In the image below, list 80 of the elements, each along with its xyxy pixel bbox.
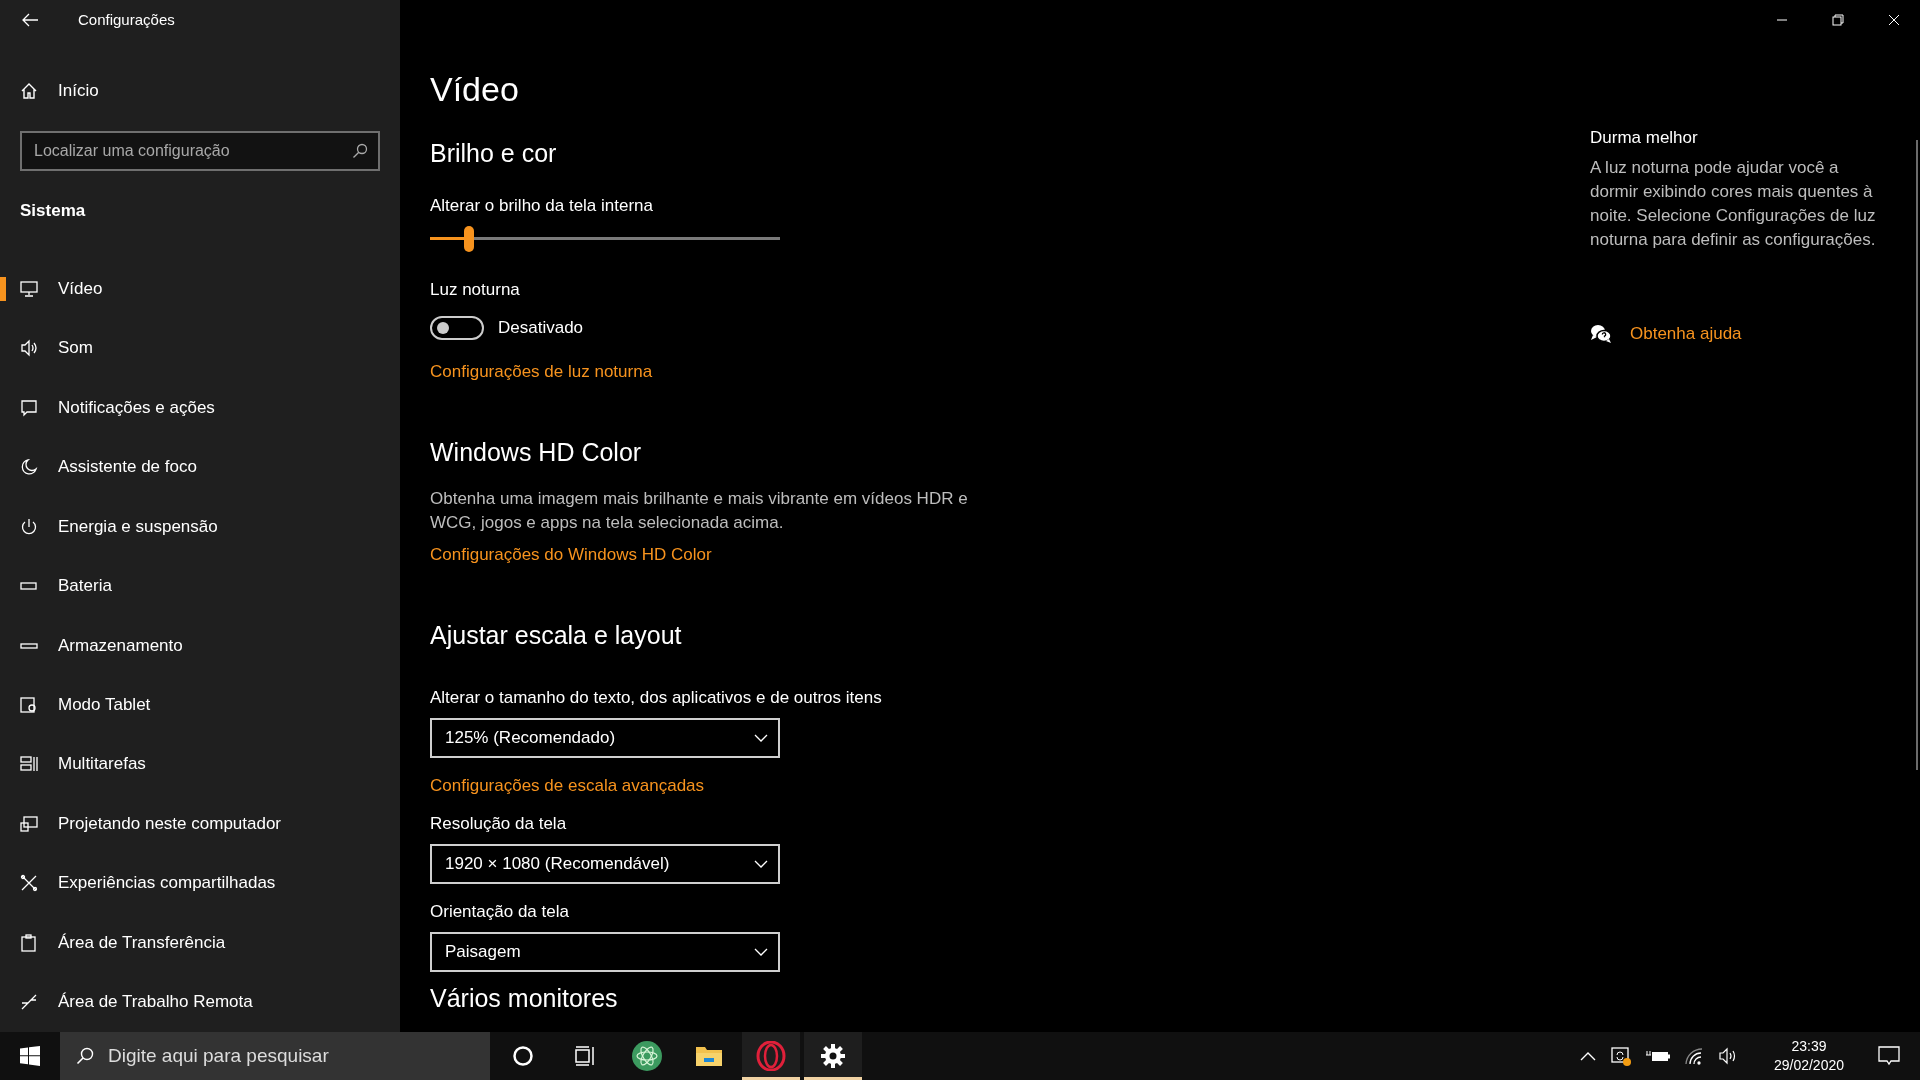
- nav-item[interactable]: Armazenamento: [0, 615, 400, 676]
- section-heading: Ajustar escala e layout: [430, 621, 682, 650]
- search-icon: [76, 1047, 94, 1065]
- taskbar-app-button[interactable]: [804, 1032, 862, 1080]
- dropdown-label: Orientação da tela: [430, 902, 569, 922]
- nav-item[interactable]: Área de Transferência: [0, 913, 400, 973]
- taskbar-app-button[interactable]: [742, 1032, 800, 1080]
- opera-o-icon: [756, 1041, 786, 1071]
- section-heading: Windows HD Color: [430, 438, 642, 467]
- clock-time[interactable]: 23:39: [1791, 1037, 1827, 1056]
- nav-item[interactable]: Vídeo: [0, 259, 400, 319]
- close-icon[interactable]: [1888, 14, 1900, 26]
- help-link[interactable]: Obtenha ajuda: [1630, 324, 1742, 344]
- toggle-label: Luz noturna: [430, 280, 520, 300]
- clock-date[interactable]: 29/02/2020: [1773, 1056, 1844, 1075]
- hd-color-link[interactable]: Configurações do Windows HD Color: [430, 545, 712, 565]
- power-icon: [20, 517, 38, 536]
- slider-label: Alterar o brilho da tela interna: [430, 196, 654, 216]
- slider-thumb[interactable]: [463, 226, 474, 252]
- nav-item[interactable]: Bateria: [0, 556, 400, 616]
- restore-icon[interactable]: [1832, 14, 1844, 26]
- folder-icon: [695, 1044, 723, 1068]
- drive-icon: [20, 642, 38, 649]
- clipboard-icon: [20, 933, 38, 952]
- message-icon: [20, 398, 38, 417]
- search-field[interactable]: Localizar uma configuração: [20, 131, 380, 172]
- section-heading: Brilho e cor: [430, 139, 557, 168]
- night-light-link[interactable]: Configurações de luz noturna: [430, 362, 653, 382]
- moon-icon: [20, 458, 38, 477]
- speaker-icon: [20, 339, 38, 358]
- search-icon: [352, 143, 368, 160]
- monitor-icon: [20, 279, 38, 298]
- tablet-icon: [20, 696, 38, 714]
- gear-icon: [821, 1044, 845, 1068]
- scrollbar[interactable]: [1916, 140, 1918, 770]
- nav-item[interactable]: Área de Trabalho Remota: [0, 972, 400, 1032]
- dropdown-label: Alterar o tamanho do texto, dos aplicativos e de outros itens: [430, 688, 882, 708]
- toggle-state: Desativado: [498, 318, 584, 338]
- dropdown-label: Resolução da tela: [430, 814, 567, 834]
- chevron-down-icon: [754, 860, 768, 868]
- section-heading: Vários monitores: [430, 984, 618, 1013]
- nav-item[interactable]: Energia e suspensão: [0, 496, 400, 557]
- notification-icon[interactable]: [1878, 1046, 1900, 1066]
- nav-item[interactable]: Assistente de foco: [0, 437, 400, 497]
- chevron-up-icon[interactable]: [1579, 1051, 1596, 1061]
- dropdown[interactable]: 1920 × 1080 (Recomendável): [430, 844, 780, 884]
- project-icon: [20, 814, 38, 833]
- scale-settings-link[interactable]: Configurações de escala avançadas: [430, 776, 705, 796]
- back-arrow-icon[interactable]: [22, 12, 38, 27]
- nav-item[interactable]: Notificações e ações: [0, 378, 400, 438]
- section-heading: Sistema: [19, 200, 87, 223]
- circle-icon: [512, 1045, 534, 1067]
- description-text: Obtenha uma imagem mais brilhante e mais vibrante em vídeos HDR e WCG, jogos e apps na tela selecionada acima.: [430, 488, 969, 534]
- nav-item[interactable]: Projetando neste computador: [0, 794, 400, 854]
- home-nav-item[interactable]: Início: [0, 69, 400, 114]
- update-icon[interactable]: [1609, 1045, 1632, 1067]
- chevron-down-icon: [754, 734, 768, 742]
- battery-icon: [20, 582, 38, 591]
- home-icon: [20, 82, 38, 101]
- window-title: Configurações: [78, 11, 175, 29]
- nav-item[interactable]: Modo Tablet: [0, 675, 400, 735]
- dropdown[interactable]: Paisagem: [430, 932, 780, 972]
- windows-logo-icon[interactable]: [20, 1046, 40, 1066]
- page-title: Vídeo: [430, 70, 519, 109]
- battery-icon[interactable]: [1645, 1049, 1670, 1063]
- taskbar-search-field[interactable]: Digite aqui para pesquisar: [60, 1032, 490, 1080]
- nav-item[interactable]: Experiências compartilhadas: [0, 853, 400, 914]
- nav-item[interactable]: Multitarefas: [0, 734, 400, 795]
- wifi-icon[interactable]: [1683, 1047, 1704, 1065]
- aside-text: A luz noturna pode ajudar você a dormir exibindo cores mais quentes à noite. Selecione Configurações de luz noturna para definir as configurações.: [1590, 157, 1877, 251]
- nav-item[interactable]: Som: [0, 318, 400, 379]
- toggle-switch[interactable]: [430, 316, 484, 340]
- task-view-icon: [574, 1045, 596, 1067]
- share-icon: [20, 874, 38, 893]
- aside-heading: Durma melhor: [1590, 128, 1699, 148]
- multitask-icon: [20, 755, 38, 774]
- dropdown[interactable]: 125% (Recomendado): [430, 718, 780, 758]
- chat-help-icon: [1590, 324, 1612, 344]
- atom-icon: [632, 1041, 662, 1071]
- chevron-down-icon: [754, 948, 768, 956]
